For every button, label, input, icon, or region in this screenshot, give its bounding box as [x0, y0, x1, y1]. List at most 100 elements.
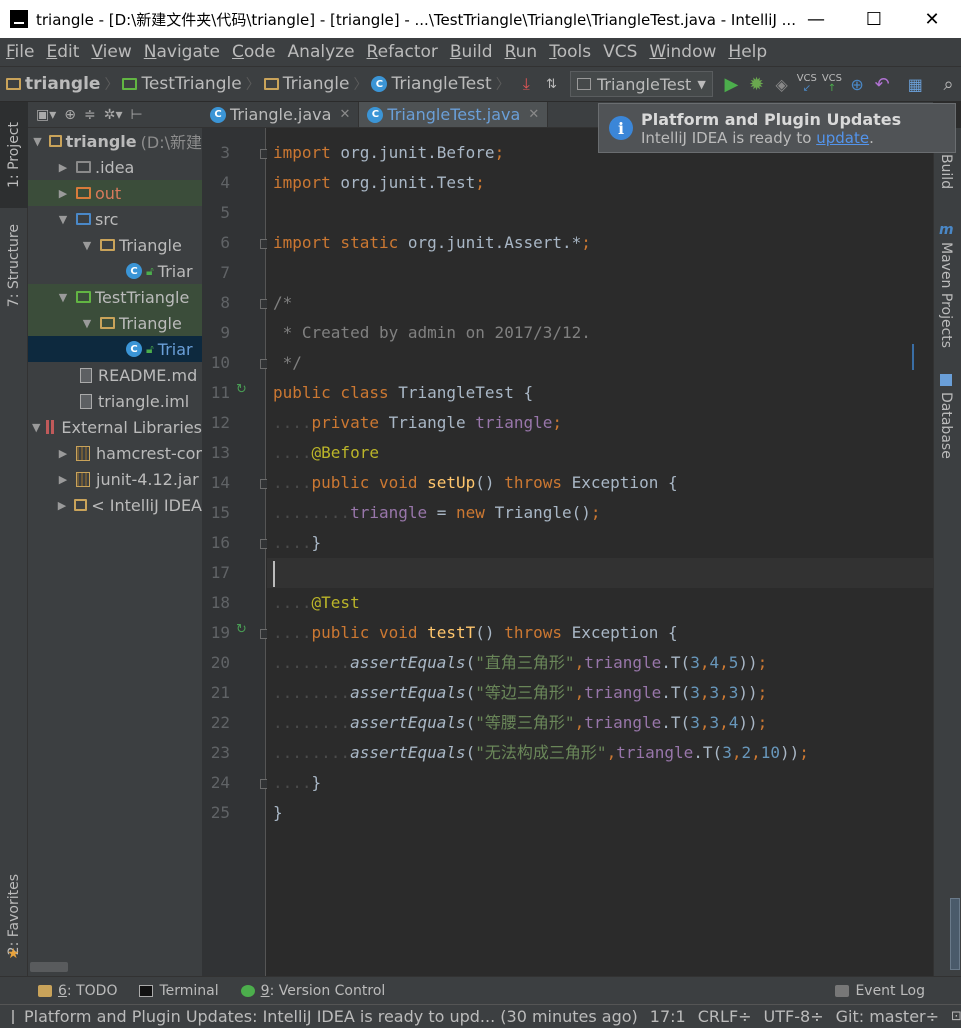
- tree-item-hamcrest[interactable]: ▶ hamcrest-cor: [28, 440, 202, 466]
- maven-icon: m: [939, 222, 954, 238]
- close-icon[interactable]: ✕: [339, 107, 350, 122]
- debug-icon[interactable]: ✹: [746, 71, 767, 97]
- breadcrumb-package[interactable]: Triangle 〉: [263, 67, 372, 101]
- menu-refactor[interactable]: Refactor: [367, 42, 438, 62]
- breadcrumb-class[interactable]: C TriangleTest 〉: [371, 67, 513, 101]
- menu-analyze[interactable]: Analyze: [288, 42, 355, 62]
- minimize-button[interactable]: —: [787, 0, 845, 38]
- tree-label: triangle: [65, 131, 137, 151]
- editor-gutter[interactable]: 3 4 5 6 7 8 9 10 11 12 13 14 15 16 17 18…: [202, 128, 270, 976]
- terminal-tool-button[interactable]: Terminal: [139, 983, 219, 999]
- tree-item-src[interactable]: ▼ src: [28, 206, 202, 232]
- tab-triangletest-java[interactable]: C TriangleTest.java ✕: [359, 102, 549, 127]
- close-window-button[interactable]: ✕: [903, 0, 961, 38]
- tree-item-iml[interactable]: triangle.iml: [28, 388, 202, 414]
- search-icon[interactable]: ⌕: [938, 71, 959, 97]
- tab-project-tool[interactable]: 1: Project: [0, 102, 28, 208]
- tab-database[interactable]: Database: [938, 392, 954, 463]
- tree-item-src-package[interactable]: ▼ Triangle: [28, 232, 202, 258]
- vcs-update-icon[interactable]: VCS ↙: [796, 71, 817, 97]
- breadcrumb-project[interactable]: triangle 〉: [6, 67, 122, 101]
- tree-item-jdk[interactable]: ▶ < IntelliJ IDEA: [28, 492, 202, 518]
- code-editor[interactable]: import org.junit.Before; import org.juni…: [267, 128, 933, 976]
- coverage-icon[interactable]: ◈: [771, 71, 792, 97]
- tree-item-test-class[interactable]: C 🔓︎ Triar: [28, 336, 202, 362]
- tree-label: triangle.iml: [98, 391, 190, 411]
- scrollbar-thumb[interactable]: [950, 898, 960, 970]
- sort-icon[interactable]: ⇅: [541, 71, 562, 97]
- run-icon[interactable]: ▶: [721, 71, 742, 97]
- menu-navigate[interactable]: Navigate: [144, 42, 220, 62]
- collapse-icon[interactable]: ≑: [84, 107, 96, 123]
- run-test-method-icon[interactable]: ↻: [236, 622, 247, 637]
- horizontal-scrollbar-thumb[interactable]: [30, 962, 68, 972]
- version-control-tool-button[interactable]: 9: Version Control: [240, 983, 385, 999]
- todo-tool-button[interactable]: 6: TODO: [38, 983, 117, 999]
- right-margin-marker: [912, 344, 914, 370]
- favorites-tool-label: 2: Favorites: [6, 874, 22, 956]
- menu-file[interactable]: File: [6, 42, 34, 62]
- tool-windows-toggle-icon[interactable]: [12, 1009, 14, 1024]
- menu-view[interactable]: View: [91, 42, 131, 62]
- view-mode-icon[interactable]: ▣▾: [36, 107, 56, 123]
- menu-run[interactable]: Run: [505, 42, 538, 62]
- breadcrumb-module[interactable]: TestTriangle 〉: [122, 67, 263, 101]
- status-message[interactable]: Platform and Plugin Updates: IntelliJ ID…: [24, 1007, 638, 1026]
- line-separator[interactable]: CRLF÷: [698, 1007, 752, 1026]
- hide-icon[interactable]: ⊢: [131, 107, 143, 123]
- notification-text: IntelliJ IDEA is ready to update.: [641, 128, 874, 147]
- menu-help[interactable]: Help: [728, 42, 767, 62]
- tree-item-testtriangle[interactable]: ▼ TestTriangle: [28, 284, 202, 310]
- menu-window[interactable]: Window: [649, 42, 716, 62]
- tree-item-out[interactable]: ▶ out: [28, 180, 202, 206]
- tab-triangle-java[interactable]: C Triangle.java ✕: [202, 102, 360, 127]
- code-line: */: [273, 353, 302, 372]
- notification-title: Platform and Plugin Updates: [641, 109, 902, 129]
- close-icon[interactable]: ✕: [528, 107, 539, 122]
- tree-item-junit[interactable]: ▶ junit-4.12.jar: [28, 466, 202, 492]
- git-branch[interactable]: Git: master÷: [836, 1007, 939, 1026]
- menu-code[interactable]: Code: [232, 42, 276, 62]
- code-line: /*: [273, 293, 293, 312]
- line-number: 13: [210, 443, 230, 462]
- tree-item-external-libraries[interactable]: ▼ External Libraries: [28, 414, 202, 440]
- tree-item-readme[interactable]: README.md: [28, 362, 202, 388]
- tree-item-test-package[interactable]: ▼ Triangle: [28, 310, 202, 336]
- menu-build[interactable]: Build: [450, 42, 493, 62]
- source-folder-icon: [76, 213, 91, 225]
- tab-structure-tool[interactable]: 7: Structure: [0, 214, 28, 318]
- update-link[interactable]: update: [816, 129, 869, 147]
- update-notification[interactable]: i Platform and Plugin Updates IntelliJ I…: [598, 103, 956, 153]
- vcs-commit-icon[interactable]: VCS ↑: [821, 71, 842, 97]
- tree-path: (D:\新建: [140, 133, 202, 152]
- menu-tools[interactable]: Tools: [549, 42, 591, 62]
- chevron-right-icon: 〉: [245, 77, 260, 93]
- tree-label: < IntelliJ IDEA: [91, 495, 202, 515]
- caret-position[interactable]: 17:1: [650, 1007, 686, 1026]
- todo-icon: [38, 984, 52, 997]
- tree-label: hamcrest-cor: [96, 443, 202, 463]
- maximize-button[interactable]: ☐: [845, 0, 903, 38]
- tree-label: README.md: [98, 365, 198, 385]
- status-bar: Platform and Plugin Updates: IntelliJ ID…: [0, 1004, 961, 1028]
- lock-icon: 🔓︎: [146, 263, 154, 278]
- locate-icon[interactable]: ⊕: [64, 107, 76, 123]
- code-line: import static org.junit.Assert.*;: [273, 233, 591, 252]
- tree-item-src-class[interactable]: C 🔓︎ Triar: [28, 258, 202, 284]
- tab-label: TriangleTest.java: [387, 105, 521, 124]
- menu-edit[interactable]: Edit: [46, 42, 79, 62]
- menu-vcs[interactable]: VCS: [603, 42, 637, 62]
- project-structure-icon[interactable]: ▦: [905, 71, 926, 97]
- run-config-selector[interactable]: TriangleTest ▼: [569, 71, 713, 97]
- download-icon[interactable]: ⤓: [516, 71, 537, 97]
- revert-icon[interactable]: ↶: [872, 71, 893, 97]
- event-log-button[interactable]: Event Log: [835, 983, 925, 999]
- run-test-class-icon[interactable]: ↻: [236, 382, 247, 397]
- history-icon[interactable]: ⊕: [847, 71, 868, 97]
- gear-icon[interactable]: ✲▾: [104, 107, 123, 123]
- tree-root-triangle[interactable]: ▼ triangle (D:\新建: [28, 128, 202, 154]
- file-encoding[interactable]: UTF-8÷: [764, 1007, 824, 1026]
- lock-icon[interactable]: ⊡: [951, 1009, 961, 1024]
- tab-maven-projects[interactable]: Maven Projects: [938, 242, 954, 352]
- tree-item-idea[interactable]: ▶ .idea: [28, 154, 202, 180]
